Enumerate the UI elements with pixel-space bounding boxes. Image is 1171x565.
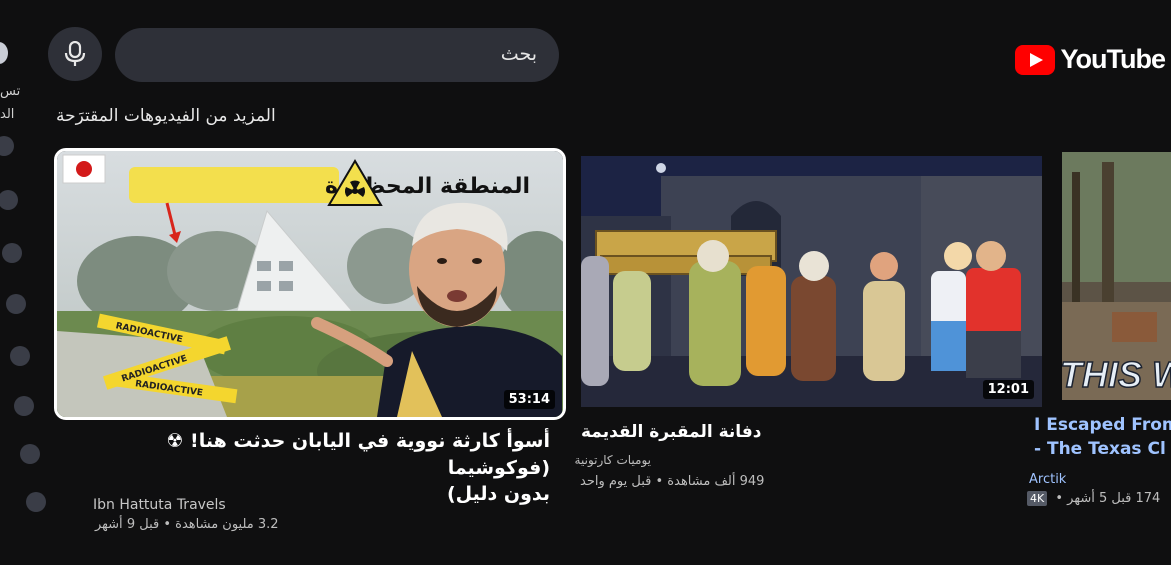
youtube-logo: YouTube — [1014, 44, 1166, 75]
video-card-2-channel: يوميات كارتونية — [574, 453, 651, 467]
left-rail: تس الد — [0, 0, 48, 565]
video-card-1-title[interactable]: أسوأ كارثة نووية في اليابان حدثت هنا! ☢ … — [80, 428, 550, 508]
video-card-3-thumbnail[interactable]: THIS W — [1062, 152, 1171, 400]
search-input[interactable]: بحث — [115, 28, 559, 82]
rail-label-top[interactable]: تس — [0, 84, 20, 99]
coffin-illustration — [595, 230, 777, 275]
microphone-icon — [64, 41, 86, 66]
video-duration: 53:14 — [503, 390, 555, 409]
youtube-logo-text: YouTube — [1060, 44, 1166, 74]
video-card-2-thumbnail[interactable]: 12:01 — [581, 156, 1042, 407]
rail-nav-icon-1[interactable] — [0, 136, 14, 156]
rail-profile-icon[interactable] — [0, 42, 8, 64]
youtube-logo-icon — [1014, 44, 1055, 75]
video-card-3-thumb-text: THIS W — [1062, 354, 1171, 395]
video-card-1-stats: 3.2 مليون مشاهدة • قبل 9 أشهر — [95, 517, 279, 532]
video-card-3-title-line2: - The Texas Cl — [1034, 438, 1166, 459]
video-card-2-title[interactable]: دفانة المقبرة القديمة — [581, 421, 781, 445]
video-card-1-title-line1: أسوأ كارثة نووية في اليابان حدثت هنا! ☢ … — [166, 430, 550, 479]
video-card-3-channel: Arctik — [1029, 472, 1067, 487]
section-title: المزيد من الفيديوهات المقترَحة — [56, 106, 276, 126]
rail-nav-icon-4[interactable] — [6, 294, 26, 314]
video-duration: 12:01 — [982, 380, 1034, 399]
4k-badge: 4K — [1027, 491, 1048, 506]
search-placeholder: بحث — [500, 43, 537, 65]
video-card-3-stats-row: 4K 174 قبل 5 أشهر • — [1027, 491, 1160, 506]
rail-nav-icon-8[interactable] — [26, 492, 46, 512]
rail-nav-icon-6[interactable] — [14, 396, 34, 416]
rail-nav-icon-3[interactable] — [2, 243, 22, 263]
rail-nav-icon-7[interactable] — [20, 444, 40, 464]
voice-search-button[interactable] — [48, 27, 102, 81]
video-card-1-channel: Ibn Hattuta Travels — [93, 497, 226, 513]
video-card-1-thumbnail[interactable]: RADIOACTIVE RADIOACTIVE RADIOACTIVE المن… — [54, 148, 566, 420]
japan-flag-icon — [62, 154, 106, 184]
video-card-2-stats: 949 ألف مشاهدة • قبل يوم واحد — [580, 474, 765, 489]
rail-label-mid[interactable]: الد — [0, 107, 14, 122]
video-card-3-title[interactable]: I Escaped From - The Texas Cl — [1034, 414, 1171, 462]
rail-nav-icon-5[interactable] — [10, 346, 30, 366]
rail-nav-icon-2[interactable] — [0, 190, 18, 210]
video-card-3-title-line1: I Escaped From — [1034, 415, 1171, 435]
video-card-3-stats: 174 قبل 5 أشهر • — [1055, 491, 1161, 506]
